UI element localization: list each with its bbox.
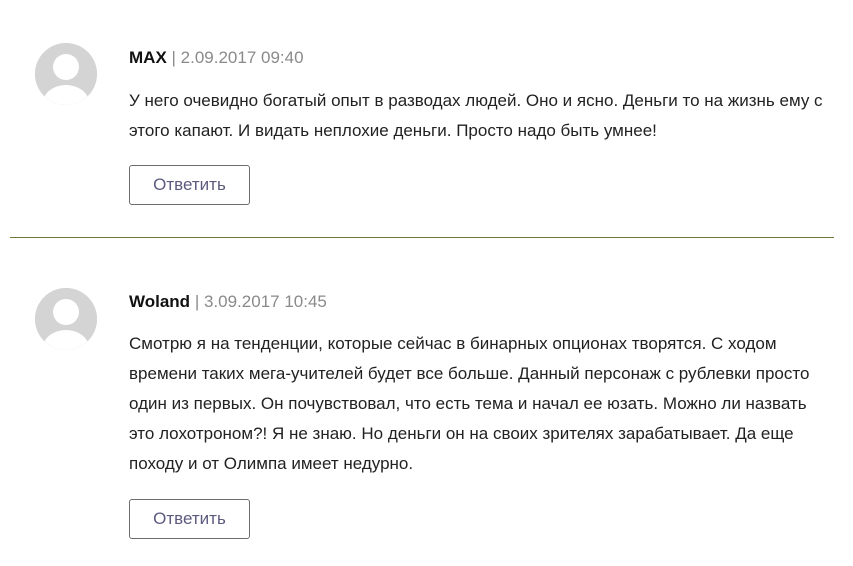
- comment-author: MAX: [129, 48, 167, 67]
- avatar: [35, 43, 97, 105]
- default-user-icon: [35, 288, 97, 350]
- comment-date: 2.09.2017 09:40: [180, 48, 304, 67]
- default-user-icon: [35, 43, 97, 105]
- comment-date: 3.09.2017 10:45: [203, 292, 327, 311]
- comment-meta: Woland | 3.09.2017 10:45: [129, 291, 327, 313]
- comment-text: У него очевидно богатый опыт в разводах …: [129, 91, 823, 140]
- comment-author: Woland: [129, 292, 191, 311]
- reply-button[interactable]: Ответить: [129, 165, 250, 205]
- comment-meta: MAX | 2.09.2017 09:40: [129, 47, 304, 69]
- meta-separator: |: [194, 292, 200, 311]
- avatar: [35, 288, 97, 350]
- comment: MAX | 2.09.2017 09:40 У него очевидно бо…: [0, 0, 853, 237]
- comment: Woland | 3.09.2017 10:45 Смотрю я на тен…: [0, 238, 853, 566]
- meta-separator: |: [171, 48, 176, 67]
- reply-button[interactable]: Ответить: [129, 499, 250, 539]
- comment-text: Смотрю я на тенденции, которые сейчас в …: [129, 334, 810, 473]
